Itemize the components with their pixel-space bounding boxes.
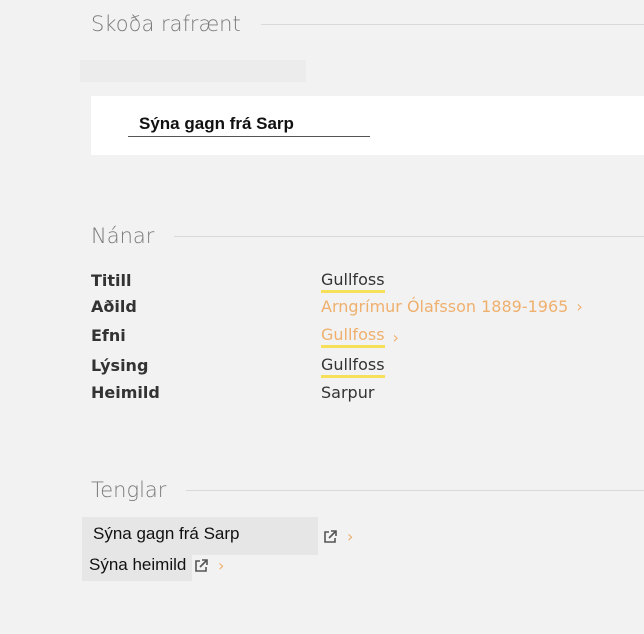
links-section-title: Tenglar <box>91 478 167 502</box>
detail-value: Sarpur <box>321 383 374 402</box>
detail-value: Gullfoss <box>321 271 385 293</box>
placeholder-bar <box>80 60 306 82</box>
detail-value: Arngrímur Ólafsson 1889-1965 › <box>321 297 583 316</box>
detail-label: Titill <box>91 271 132 290</box>
detail-value: Gullfoss <box>321 356 385 378</box>
view-panel: Sýna gagn frá Sarp <box>91 96 644 155</box>
detail-value: Gullfoss › <box>321 326 399 348</box>
link-source-label[interactable]: Sýna heimild <box>89 555 186 575</box>
link-sarpur-label[interactable]: Sýna gagn frá Sarp <box>93 524 239 544</box>
detail-label: Heimild <box>91 383 160 402</box>
divider <box>186 489 644 491</box>
detail-section-title: Nánar <box>91 224 155 248</box>
detail-label: Aðild <box>91 297 137 316</box>
chevron-right-icon: › <box>347 527 354 546</box>
detail-label: Efni <box>91 326 126 345</box>
links-section-heading: Tenglar <box>91 478 644 502</box>
external-link-icon[interactable] <box>322 529 338 545</box>
view-section-heading: Skoða rafrænt <box>91 12 644 36</box>
description-value: Gullfoss <box>321 356 385 378</box>
chevron-right-icon: › <box>392 327 399 347</box>
detail-section-heading: Nánar <box>91 224 644 248</box>
title-value: Gullfoss <box>321 271 385 293</box>
chevron-right-icon: › <box>218 556 225 575</box>
divider <box>260 23 644 25</box>
show-in-sarpur-button[interactable]: Sýna gagn frá Sarp <box>128 112 370 137</box>
chevron-right-icon: › <box>576 297 583 316</box>
subject-link[interactable]: Gullfoss <box>321 326 385 348</box>
source-value: Sarpur <box>321 383 375 402</box>
external-link-icon[interactable] <box>193 558 209 574</box>
view-section-title: Skoða rafrænt <box>91 12 241 36</box>
contributor-link[interactable]: Arngrímur Ólafsson 1889-1965 <box>321 297 568 316</box>
divider <box>174 235 644 237</box>
detail-label: Lýsing <box>91 356 149 375</box>
